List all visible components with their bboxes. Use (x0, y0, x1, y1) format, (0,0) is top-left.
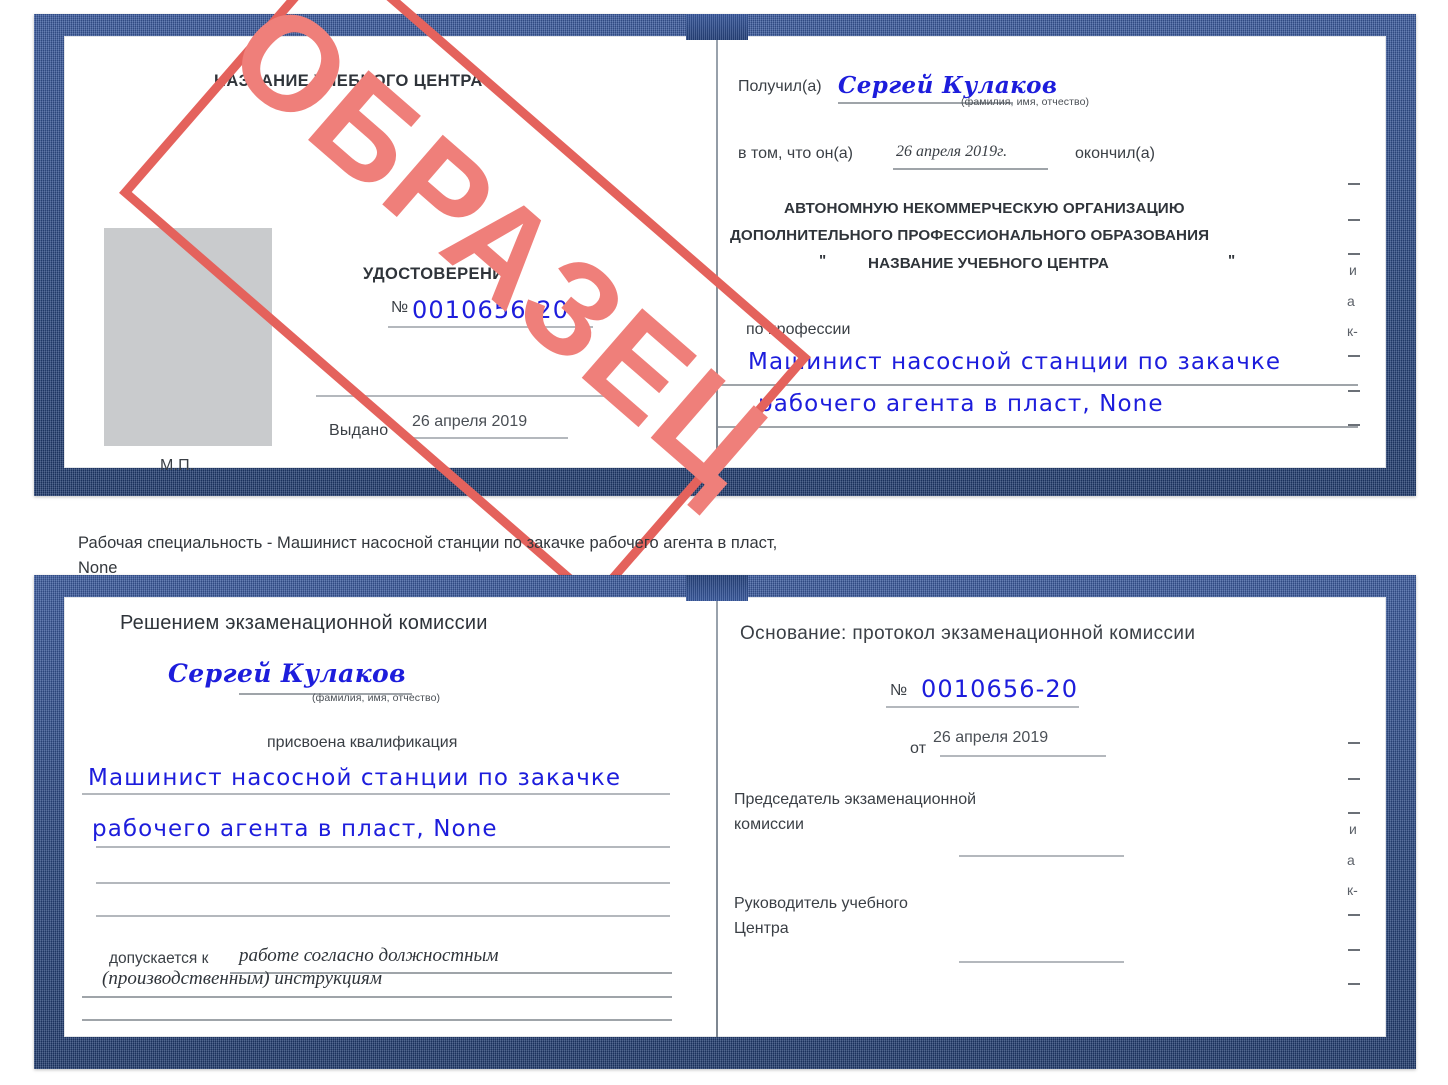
profession-rule-2 (718, 426, 1358, 428)
finished-label: окончил(а) (1075, 145, 1155, 162)
caption-block: Рабочая специальность - Машинист насосно… (78, 531, 1068, 581)
edge-fragment-i: и (1349, 262, 1357, 278)
qualification-rule-2 (96, 846, 670, 848)
chairman-label-line-2: комиссии (734, 816, 804, 833)
bottom-number-value: 0010656-20 (921, 675, 1079, 703)
number-rule (388, 326, 593, 328)
chairman-signature-rule[interactable] (959, 855, 1124, 857)
qualification-value-line-2: рабочего агента в пласт, None (92, 816, 498, 842)
photo-placeholder (104, 228, 272, 446)
training-center-title: НАЗВАНИЕ УЧЕБНОГО ЦЕНТРА (214, 72, 483, 90)
profession-value-line-2: рабочего агента в пласт, None (758, 391, 1164, 417)
blank-rule (316, 395, 610, 397)
blank-rule-1 (96, 882, 670, 884)
org-line-1: АВТОНОМНУЮ НЕКОММЕРЧЕСКУЮ ОРГАНИЗАЦИЮ (784, 200, 1185, 217)
issued-label: Выдано (329, 422, 389, 439)
top-left-page: НАЗВАНИЕ УЧЕБНОГО ЦЕНТРА УДОСТОВЕРЕНИЕ №… (64, 36, 716, 474)
certificate-number-value: 0010656-20 (412, 296, 570, 324)
bottom-date-value: 26 апреля 2019 (933, 729, 1049, 746)
caption-line-1: Рабочая специальность - Машинист насосно… (78, 534, 778, 552)
received-label: Получил(а) (738, 78, 822, 95)
edge-fragment-a: а (1347, 293, 1355, 309)
number-label: № (391, 299, 409, 316)
qualification-rule-1 (82, 793, 670, 795)
edge-fragment-k: к- (1347, 323, 1358, 339)
bottom-number-rule (886, 706, 1079, 708)
recipient-name-value: Сергей Кулаков (838, 72, 1058, 99)
chairman-label-line-1: Председатель экзаменационной (734, 791, 977, 808)
admitted-value-line-1: работе согласно должностным (239, 945, 499, 966)
edge-fragment-i-bottom: и (1349, 821, 1357, 837)
profession-label: по профессии (746, 321, 851, 338)
head-signature-rule[interactable] (959, 961, 1124, 963)
admitted-rule-3 (82, 1019, 672, 1021)
commission-decision-title: Решением экзаменационной комиссии (120, 612, 488, 634)
bottom-date-label: от (910, 740, 927, 757)
admitted-value-line-2: (производственным) инструкциям (102, 968, 382, 989)
org-quote-open: " (819, 252, 827, 269)
org-line-2: ДОПОЛНИТЕЛЬНОГО ПРОФЕССИОНАЛЬНОГО ОБРАЗО… (730, 227, 1210, 244)
basis-label: Основание: протокол экзаменационной коми… (740, 623, 1196, 644)
profession-rule-1 (718, 384, 1358, 386)
that-he-label: в том, что он(а) (738, 145, 853, 162)
completion-date-value: 26 апреля 2019г. (896, 143, 1008, 160)
head-label-line-1: Руководитель учебного (734, 895, 908, 912)
bottom-right-page: Основание: протокол экзаменационной коми… (718, 597, 1386, 1037)
issued-rule (409, 437, 568, 439)
name-hint-top: (фамилия, имя, отчество) (961, 96, 1090, 108)
bottom-date-rule (940, 755, 1106, 757)
bottom-number-label: № (890, 682, 908, 699)
bottom-left-page: Решением экзаменационной комиссии Сергей… (64, 597, 716, 1037)
seal-label: М.П. (160, 457, 195, 474)
edge-fragment-k-bottom: к- (1347, 882, 1358, 898)
org-quote-close: " (1228, 252, 1236, 269)
org-line-3: НАЗВАНИЕ УЧЕБНОГО ЦЕНТРА (868, 255, 1109, 272)
completion-date-rule (893, 168, 1048, 170)
head-label-line-2: Центра (734, 920, 789, 937)
admitted-rule-2 (82, 996, 672, 998)
edge-fragment-a-bottom: а (1347, 852, 1355, 868)
name-hint-bottom: (фамилия, имя, отчество) (312, 692, 441, 704)
document-type-title: УДОСТОВЕРЕНИЕ (363, 265, 516, 283)
blank-rule-2 (96, 915, 670, 917)
qualification-label: присвоена квалификация (267, 734, 458, 751)
issued-date-value: 26 апреля 2019 (412, 413, 528, 430)
admitted-label: допускается к (109, 950, 209, 967)
top-right-page: Получил(а) Сергей Кулаков (фамилия, имя,… (718, 36, 1386, 468)
bottom-name-value: Сергей Кулаков (168, 659, 406, 688)
qualification-value-line-1: Машинист насосной станции по закачке (88, 765, 622, 791)
profession-value-line-1: Машинист насосной станции по закачке (748, 349, 1282, 375)
